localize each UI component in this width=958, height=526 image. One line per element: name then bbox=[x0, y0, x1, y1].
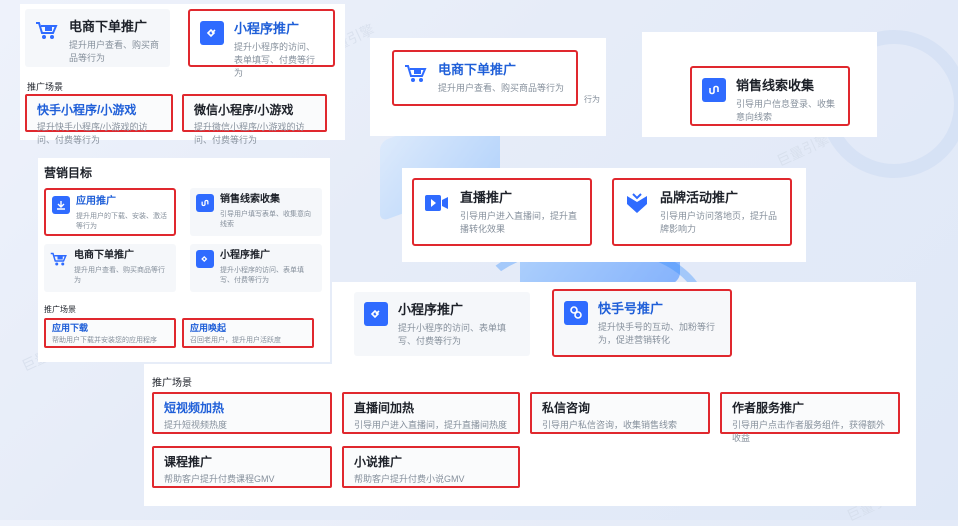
card-kuaishou-account[interactable]: 快手号推广 提升快手号的互动、加粉等行为，促进营销转化 bbox=[552, 289, 732, 357]
mini-program-icon bbox=[196, 250, 214, 268]
leads-icon bbox=[702, 78, 726, 102]
card-mini-program[interactable]: 小程序推广 提升小程序的访问、表单填写、付费等行为 bbox=[188, 9, 335, 78]
card-brand-activity[interactable]: 品牌活动推广 引导用户访问落地页，提升品牌影响力 bbox=[612, 178, 792, 246]
download-icon bbox=[52, 196, 70, 214]
panel-ecommerce: 电商下单推广 提升用户查看、购买商品等行为 行为 bbox=[370, 38, 606, 136]
kuaishou-icon bbox=[564, 301, 588, 325]
card-title: 小程序推广 bbox=[220, 250, 270, 261]
section-title: 营销目标 bbox=[44, 166, 93, 180]
card-title: 品牌活动推广 bbox=[660, 190, 739, 205]
mini-program-icon bbox=[364, 302, 388, 326]
card-title: 小程序推广 bbox=[234, 21, 300, 36]
card-ecommerce-order[interactable]: 电商下单推广 提升用户查看、购买商品等行为 bbox=[392, 50, 578, 106]
card-title: 电商下单推广 bbox=[69, 19, 148, 34]
card-desc: 提升快手号的互动、加粉等行为，促进营销转化 bbox=[598, 322, 716, 345]
scene-course-promotion[interactable]: 课程推广 帮助客户提升付费课程GMV bbox=[152, 446, 332, 488]
scene-desc: 帮助客户提升付费课程GMV bbox=[164, 474, 275, 484]
card-desc: 提升小程序的访问、表单填写、付费等行为 bbox=[234, 42, 316, 78]
scene-title: 小说推广 bbox=[354, 455, 403, 469]
scene-title: 私信咨询 bbox=[542, 401, 591, 415]
card-live-promotion[interactable]: 直播推广 引导用户进入直播间，提升直播转化效果 bbox=[412, 178, 592, 246]
scene-title: 课程推广 bbox=[164, 455, 213, 469]
mini-program-icon bbox=[200, 21, 224, 45]
scene-desc: 引导用户点击作者服务组件，获得额外收益 bbox=[732, 420, 886, 443]
card-desc: 引导用户访问落地页，提升品牌影响力 bbox=[660, 211, 778, 234]
panel-kuaishou-account: 小程序推广 提升小程序的访问、表单填写、付费等行为 快手号推广 提升快手号的互动… bbox=[144, 282, 916, 506]
card-desc: 引导用户进入直播间，提升直播转化效果 bbox=[460, 211, 578, 234]
scene-kuaishou-mini-game[interactable]: 快手小程序/小游戏 提升快手小程序/小游戏的访问、付费等行为 bbox=[25, 94, 173, 145]
scene-desc: 帮助客户提升付费小说GMV bbox=[354, 474, 465, 484]
brand-shield-icon bbox=[624, 190, 650, 216]
scene-title: 短视频加热 bbox=[164, 401, 225, 415]
panel-marketing-top-left: 电商下单推广 提升用户查看、购买商品等行为 小程序推广 提升小程序的访问、表单填… bbox=[20, 4, 345, 145]
scene-desc: 引导用户私信咨询，收集销售线索 bbox=[542, 420, 678, 430]
card-app-promotion[interactable]: 应用推广 提升用户的下载、安装、激活等行为 bbox=[44, 188, 176, 236]
scene-desc: 引导用户进入直播间，提升直播间热度 bbox=[354, 420, 508, 430]
card-desc: 提升用户的下载、安装、激活等行为 bbox=[76, 213, 167, 230]
card-ecommerce-order[interactable]: 电商下单推广 提升用户查看、购买商品等行为 bbox=[25, 9, 170, 67]
card-title: 小程序推广 bbox=[398, 302, 464, 317]
peek-text: 行为 bbox=[584, 95, 600, 104]
section-title: 推广场景 bbox=[44, 305, 76, 314]
scene-title: 作者服务推广 bbox=[732, 401, 805, 415]
scene-title: 直播间加热 bbox=[354, 401, 415, 415]
card-title: 销售线索收集 bbox=[220, 194, 280, 205]
scene-wechat-mini-game[interactable]: 微信小程序/小游戏 提升微信小程序/小游戏的访问、付费等行为 bbox=[182, 94, 327, 145]
section-title: 推广场景 bbox=[152, 378, 192, 389]
card-mini-program[interactable]: 小程序推广 提升小程序的访问、表单填写、付费等行为 bbox=[354, 292, 530, 356]
card-sales-leads[interactable]: 销售线索收集 引导用户填写表单、收集意向线索 bbox=[190, 188, 322, 236]
card-desc: 提升小程序的访问、表单填写、付费等行为 bbox=[398, 323, 507, 346]
scene-desc: 提升快手小程序/小游戏的访问、付费等行为 bbox=[37, 122, 148, 145]
scene-novel-promotion[interactable]: 小说推广 帮助客户提升付费小说GMV bbox=[342, 446, 520, 488]
card-sales-leads[interactable]: 销售线索收集 引导用户信息登录、收集意向线索 bbox=[690, 66, 850, 126]
leads-icon bbox=[196, 194, 214, 212]
panel-leads: 销售线索收集 引导用户信息登录、收集意向线索 bbox=[642, 32, 877, 137]
live-camera-icon bbox=[424, 190, 450, 216]
panel-live-brand: 直播推广 引导用户进入直播间，提升直播转化效果 品牌活动推广 引导用户访问落地页… bbox=[402, 168, 806, 262]
cart-icon bbox=[50, 250, 68, 268]
scene-live-room-boost[interactable]: 直播间加热 引导用户进入直播间，提升直播间热度 bbox=[342, 392, 520, 434]
card-title: 应用推广 bbox=[76, 196, 116, 207]
card-title: 直播推广 bbox=[460, 190, 513, 205]
card-title: 快手号推广 bbox=[598, 301, 664, 316]
card-title: 电商下单推广 bbox=[74, 250, 134, 261]
scene-direct-message[interactable]: 私信咨询 引导用户私信咨询，收集销售线索 bbox=[530, 392, 710, 434]
cart-icon bbox=[35, 19, 59, 43]
scene-short-video-boost[interactable]: 短视频加热 提升短视频热度 bbox=[152, 392, 332, 434]
scene-title: 微信小程序/小游戏 bbox=[194, 103, 294, 117]
card-desc: 引导用户填写表单、收集意向线索 bbox=[220, 211, 311, 228]
card-desc: 提升用户查看、购买商品等行为 bbox=[69, 40, 160, 63]
scene-author-service[interactable]: 作者服务推广 引导用户点击作者服务组件，获得额外收益 bbox=[720, 392, 900, 443]
scene-title: 快手小程序/小游戏 bbox=[37, 103, 137, 117]
cart-icon bbox=[404, 62, 428, 86]
card-title: 销售线索收集 bbox=[736, 78, 815, 93]
scene-desc: 提升微信小程序/小游戏的访问、付费等行为 bbox=[194, 122, 305, 145]
section-title: 推广场景 bbox=[27, 82, 64, 92]
card-desc: 提升用户查看、购买商品等行为 bbox=[438, 83, 565, 93]
scene-desc: 提升短视频热度 bbox=[164, 420, 228, 430]
card-desc: 引导用户信息登录、收集意向线索 bbox=[736, 99, 836, 122]
card-title: 电商下单推广 bbox=[438, 62, 517, 77]
